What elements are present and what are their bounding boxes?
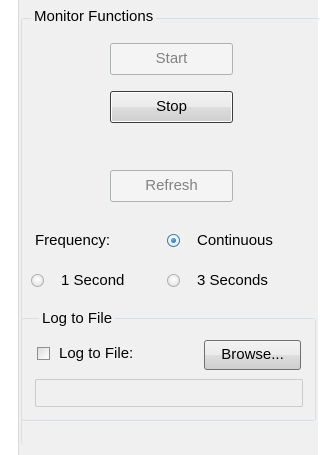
log-to-file-checkbox[interactable] <box>37 347 50 360</box>
refresh-button[interactable]: Refresh <box>110 170 233 202</box>
radio-selected-dot <box>171 238 176 243</box>
log-file-path-field[interactable] <box>35 379 303 407</box>
three-seconds-radio-label[interactable]: 3 Seconds <box>197 272 268 290</box>
log-to-file-checkbox-label[interactable]: Log to File: <box>59 345 133 363</box>
monitor-functions-title: Monitor Functions <box>31 8 157 26</box>
one-second-radio[interactable] <box>31 274 44 287</box>
frequency-label: Frequency: <box>35 232 111 249</box>
log-to-file-title: Log to File <box>39 310 116 328</box>
three-seconds-radio[interactable] <box>167 274 180 287</box>
continuous-radio-label[interactable]: Continuous <box>197 232 273 250</box>
continuous-radio[interactable] <box>167 234 180 247</box>
browse-button[interactable]: Browse... <box>204 340 301 370</box>
start-button[interactable]: Start <box>110 43 233 75</box>
stop-button[interactable]: Stop <box>110 91 233 123</box>
one-second-radio-label[interactable]: 1 Second <box>61 272 124 290</box>
